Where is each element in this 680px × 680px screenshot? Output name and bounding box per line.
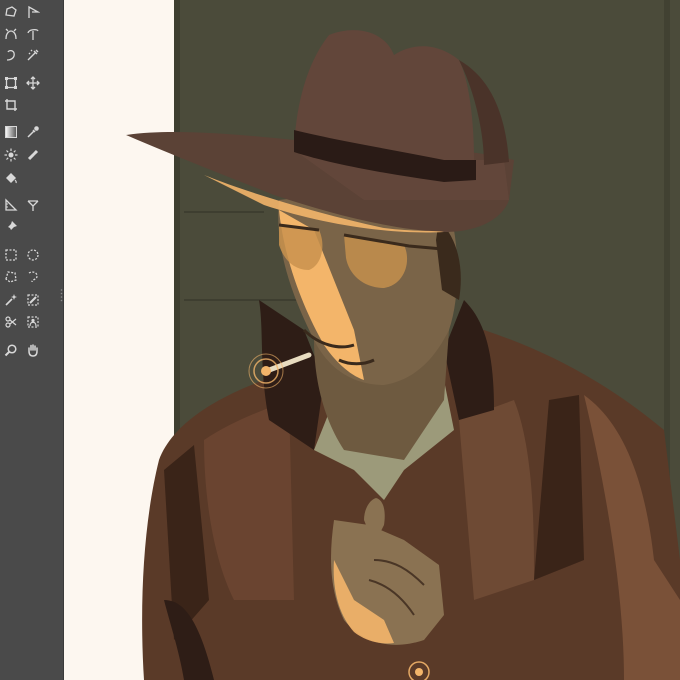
foreground-select-icon (27, 316, 39, 328)
dodge-burn-tool[interactable] (2, 146, 20, 164)
warp-transform-tool[interactable] (2, 25, 20, 43)
hand-tool[interactable] (24, 341, 42, 359)
gradient-tool[interactable] (2, 123, 20, 141)
rect-select-tool[interactable] (2, 246, 20, 264)
smudge-tool[interactable] (2, 46, 20, 64)
ellipse-select-icon (27, 249, 39, 261)
rect-select-icon (5, 249, 17, 261)
magic-wand-icon (5, 294, 17, 306)
pin-icon (6, 221, 17, 232)
paths-tool[interactable] (24, 25, 42, 43)
polygon-select-tool[interactable] (2, 268, 20, 286)
bezier-icon (27, 29, 39, 40)
color-picker-tool[interactable] (24, 123, 42, 141)
ruler-icon (5, 198, 18, 211)
unified-transform-tool[interactable] (2, 74, 20, 92)
zoom-icon (4, 344, 17, 357)
artwork-illustration (64, 0, 680, 680)
text-tool[interactable] (24, 196, 42, 214)
text-icon (27, 200, 39, 211)
hand-icon (28, 344, 38, 357)
heal-icon (27, 149, 39, 161)
path-icon (28, 5, 40, 18)
foreground-select-tool[interactable] (24, 313, 42, 331)
smudge-icon (6, 49, 15, 61)
crop-icon (5, 99, 17, 111)
scissors-select-tool[interactable] (2, 313, 20, 331)
paint-select-tool[interactable] (24, 291, 42, 309)
ellipse-select-tool[interactable] (24, 246, 42, 264)
image-canvas[interactable] (64, 0, 680, 680)
panel-resize-grip[interactable] (60, 288, 63, 302)
toolbox (0, 0, 64, 680)
transform-icon (5, 77, 17, 89)
magic-wand-tool[interactable] (2, 291, 20, 309)
move-tool[interactable] (24, 74, 42, 92)
scissors-icon (5, 316, 17, 328)
eyedropper-icon (27, 126, 39, 138)
measure-tool[interactable] (2, 196, 20, 214)
bucket-icon (6, 173, 17, 184)
heal-tool[interactable] (24, 146, 42, 164)
pin-tool[interactable] (2, 218, 20, 236)
lasso-icon (5, 6, 17, 17)
sun-icon (4, 148, 18, 162)
fuzzy-select-icon (28, 271, 38, 283)
airbrush-tool[interactable] (24, 46, 42, 64)
gradient-icon (5, 126, 17, 138)
crop-tool[interactable] (2, 96, 20, 114)
polygon-select-icon (5, 271, 17, 283)
path-tool[interactable] (24, 3, 42, 21)
warp-icon (5, 28, 17, 40)
move-icon (26, 76, 40, 90)
airbrush-icon (27, 49, 39, 61)
fuzzy-select-tool[interactable] (24, 268, 42, 286)
free-select-tool[interactable] (2, 3, 20, 21)
paint-select-icon (27, 294, 39, 306)
zoom-tool[interactable] (2, 341, 20, 359)
bucket-fill-tool[interactable] (2, 169, 20, 187)
